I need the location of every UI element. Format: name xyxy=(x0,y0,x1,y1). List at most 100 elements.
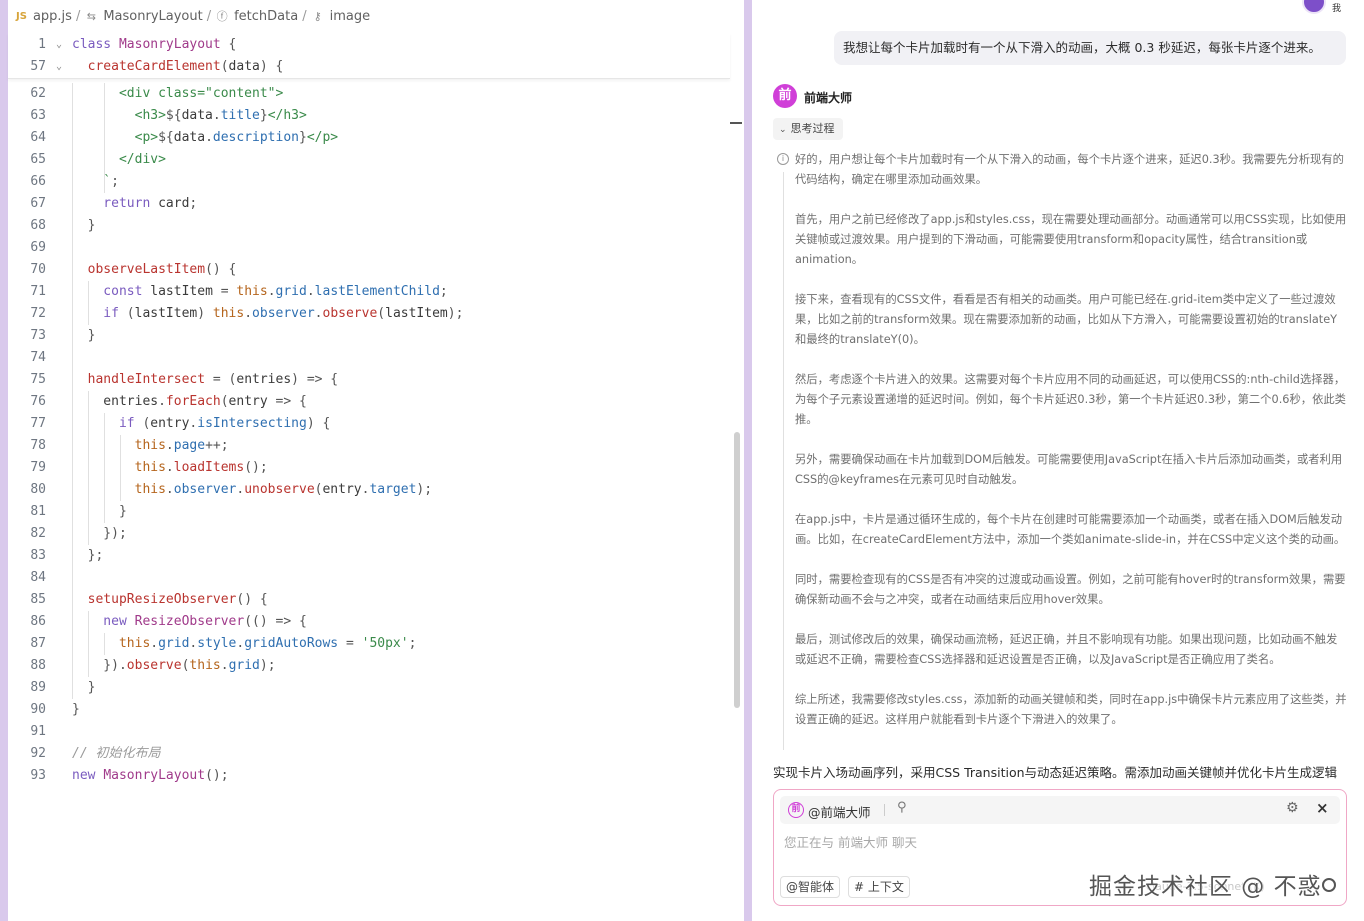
code-line[interactable]: 67 return card; xyxy=(8,193,730,215)
code-line[interactable]: 87 this.grid.style.gridAutoRows = '50px'… xyxy=(8,633,730,655)
line-number: 88 xyxy=(30,658,46,673)
code-line[interactable]: 83 }; xyxy=(8,545,730,567)
code-text: this.page++; xyxy=(72,435,229,457)
code-text: this.observer.unobserve(entry.target); xyxy=(72,479,432,501)
code-token: this xyxy=(212,306,245,321)
breadcrumb-item-file[interactable]: app.js xyxy=(33,9,72,24)
code-token: // 初始化布局 xyxy=(72,746,161,761)
send-icon[interactable] xyxy=(1322,878,1336,892)
line-number: 87 xyxy=(30,636,46,651)
code-line[interactable]: 68 } xyxy=(8,215,730,237)
code-line[interactable]: 90} xyxy=(8,699,730,721)
code-token: page xyxy=(173,438,206,453)
thinking-content: 好的，用户想让每个卡片加载时有一个从下滑入的动画，每个卡片逐个进来，延迟0.3秒… xyxy=(795,150,1347,750)
code-line[interactable]: 79 this.loadItems(); xyxy=(8,457,730,479)
fold-chevron-icon[interactable]: ⌄ xyxy=(56,56,68,78)
code-line[interactable]: 81 } xyxy=(8,501,730,523)
code-line[interactable]: 73 } xyxy=(8,325,730,347)
code-line[interactable]: 57 ⌄ createCardElement(data) { xyxy=(8,56,730,78)
code-token: }; xyxy=(72,548,104,563)
code-token: ); xyxy=(259,658,276,673)
editor-scrollbar-thumb[interactable] xyxy=(734,432,740,708)
sticky-scroll-header[interactable]: 1 ⌄ class MasonryLayout {57 ⌄ createCardEle… xyxy=(8,33,730,79)
code-line[interactable]: 69 xyxy=(8,237,730,259)
line-number: 65 xyxy=(30,152,46,167)
gear-icon[interactable]: ⚙ xyxy=(1286,800,1299,816)
code-line[interactable]: 74 xyxy=(8,347,730,369)
fold-chevron-icon[interactable]: ⌄ xyxy=(56,34,68,56)
code-line[interactable]: 86 new ResizeObserver(() => { xyxy=(8,611,730,633)
code-line[interactable]: 72 if (lastItem) this.observer.observe(l… xyxy=(8,303,730,325)
line-number: 69 xyxy=(30,240,46,255)
code-line[interactable]: 88 }).observe(this.grid); xyxy=(8,655,730,677)
code-token: = ( xyxy=(212,372,237,387)
panel-divider[interactable] xyxy=(744,0,752,921)
code-line[interactable]: 76 entries.forEach(entry => { xyxy=(8,391,730,413)
line-number: 93 xyxy=(30,768,46,783)
code-token: new xyxy=(72,768,104,783)
code-line[interactable]: 64 <p>${data.description}</p> xyxy=(8,127,730,149)
code-token: card xyxy=(158,196,190,211)
close-icon[interactable]: × xyxy=(1316,799,1329,817)
wrench-icon[interactable]: ⚲ xyxy=(897,800,907,815)
breadcrumb-item-function[interactable]: fetchData xyxy=(234,9,298,24)
code-token: . xyxy=(165,438,174,453)
code-text: }); xyxy=(72,523,127,545)
code-line[interactable]: 91 xyxy=(8,721,730,743)
code-token: setupResizeObserver xyxy=(72,592,237,607)
code-editor[interactable]: JS app.js / ⇆ MasonryLayout / ⓕ fetchDat… xyxy=(8,0,744,921)
code-line[interactable]: 80 this.observer.unobserve(entry.target)… xyxy=(8,479,730,501)
code-line[interactable]: 75 handleIntersect = (entries) => { xyxy=(8,369,730,391)
code-text: } xyxy=(72,325,96,347)
code-line[interactable]: 77 if (entry.isIntersecting) { xyxy=(8,413,730,435)
code-line[interactable]: 71 const lastItem = this.grid.lastElemen… xyxy=(8,281,730,303)
breadcrumb-item-symbol[interactable]: image xyxy=(330,9,371,24)
code-line[interactable]: 70 observeLastItem() { xyxy=(8,259,730,281)
code-line[interactable]: 78 this.page++; xyxy=(8,435,730,457)
ai-chat-panel: 我 我想让每个卡片加载时有一个从下滑入的动画，大概 0.3 秒延迟，每张卡片逐个… xyxy=(752,0,1364,921)
code-token: this xyxy=(72,482,166,497)
code-line[interactable]: 84 xyxy=(8,567,730,589)
code-line[interactable]: 85 setupResizeObserver() { xyxy=(8,589,730,611)
watermark: 掘金技术社区 @ 不惑 xyxy=(1089,874,1322,900)
chat-input[interactable] xyxy=(784,832,1334,852)
code-token: } xyxy=(72,702,80,717)
code-token: createCardElement xyxy=(72,59,221,74)
code-token: }); xyxy=(72,526,127,541)
code-line[interactable]: 82 }); xyxy=(8,523,730,545)
code-line[interactable]: 1 ⌄ class MasonryLayout { xyxy=(8,34,730,56)
code-token: ; xyxy=(408,636,417,651)
code-line[interactable]: 92 // 初始化布局 xyxy=(8,743,730,765)
code-text: // 初始化布局 xyxy=(72,743,160,765)
code-token: ; xyxy=(439,284,448,299)
code-text: <h3>${data.title}</h3> xyxy=(72,105,307,127)
code-token: grid xyxy=(275,284,307,299)
code-text: `; xyxy=(72,171,119,193)
thinking-toggle[interactable]: ⌄ 思考过程 xyxy=(773,118,843,140)
code-line[interactable]: 65 </div> xyxy=(8,149,730,171)
code-text: } xyxy=(72,215,96,237)
code-text: this.grid.style.gridAutoRows = '50px'; xyxy=(72,633,416,655)
code-token: . xyxy=(244,306,253,321)
agent-button[interactable]: @智能体 xyxy=(780,876,841,898)
context-button[interactable]: # 上下文 xyxy=(848,876,910,898)
code-token: ` xyxy=(72,174,112,189)
code-line[interactable]: 66 `; xyxy=(8,171,730,193)
breadcrumb-item-class[interactable]: MasonryLayout xyxy=(103,9,202,24)
code-token: (() => { xyxy=(244,614,307,629)
code-token: class xyxy=(72,37,119,52)
code-token: }). xyxy=(72,658,127,673)
code-line[interactable]: 89 } xyxy=(8,677,730,699)
line-number: 75 xyxy=(30,372,46,387)
agent-mention[interactable]: @前端大师 xyxy=(808,802,871,821)
code-line[interactable]: 63 <h3>${data.title}</h3> xyxy=(8,105,730,127)
code-line[interactable]: 93 new MasonryLayout(); xyxy=(8,765,730,787)
code-token: <p> xyxy=(72,130,159,145)
code-token: if xyxy=(72,416,143,431)
thinking-paragraph: 最后，测试修改后的效果，确保动画流畅，延迟正确，并且不影响现有功能。如果出现问题… xyxy=(795,633,1338,666)
code-token: observe xyxy=(322,306,378,321)
code-token: </div> xyxy=(72,152,166,167)
code-lines[interactable]: 62 <div class="content"> 63 <h3>${data.ti… xyxy=(8,83,730,803)
code-line[interactable]: 62 <div class="content"> xyxy=(8,83,730,105)
code-token: entries xyxy=(236,372,292,387)
